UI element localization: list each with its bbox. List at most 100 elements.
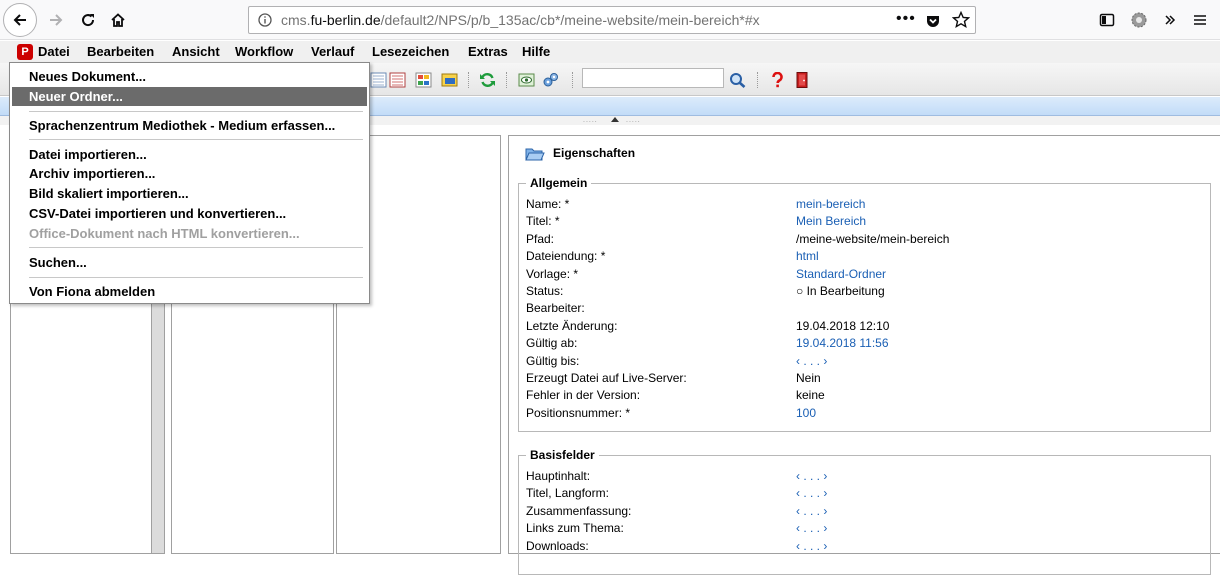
prop-label: Links zum Thema: [526, 521, 624, 536]
info-icon[interactable] [258, 13, 272, 27]
menu-workflow[interactable]: Workflow [235, 44, 293, 59]
dd-neues-dokument[interactable]: Neues Dokument... [12, 67, 367, 86]
dd-separator [29, 247, 363, 248]
url-path: /default2/NPS/p/b_135ac/cb*/meine-websit… [380, 12, 760, 28]
prop-value[interactable]: ‹ . . . › [796, 539, 827, 553]
prop-label: Titel, Langform: [526, 486, 609, 501]
back-button[interactable] [3, 3, 37, 37]
prop-label: Fehler in der Version: [526, 388, 641, 403]
arrow-left-icon [13, 14, 26, 26]
prop-value[interactable]: ‹ . . . › [796, 486, 827, 500]
dd-mediothek-erfassen[interactable]: Sprachenzentrum Mediothek - Medium erfas… [12, 116, 367, 135]
notes-icon[interactable] [441, 72, 458, 88]
prop-value[interactable]: ‹ . . . › [796, 469, 827, 483]
collapse-arrow-icon[interactable] [611, 117, 619, 122]
menu-button[interactable] [1186, 6, 1214, 34]
properties-title: Eigenschaften [553, 146, 636, 160]
datei-dropdown-menu: Neues Dokument... Neuer Ordner... Sprach… [9, 62, 370, 304]
page-actions-button[interactable]: ••• [896, 10, 916, 28]
toolbar-separator [757, 72, 758, 88]
prop-value[interactable]: ‹ . . . › [796, 504, 827, 518]
pocket-icon[interactable] [925, 13, 941, 29]
dd-suchen[interactable]: Suchen... [12, 253, 367, 272]
sidebar-icon [1099, 13, 1115, 27]
prop-value[interactable]: 19.04.2018 11:56 [796, 336, 889, 350]
menu-verlauf[interactable]: Verlauf [311, 44, 354, 59]
menu-ansicht[interactable]: Ansicht [172, 44, 220, 59]
dd-datei-importieren[interactable]: Datei importieren... [12, 145, 367, 164]
dd-separator [29, 139, 363, 140]
prop-label: Downloads: [526, 538, 589, 553]
overflow-button[interactable] [1156, 6, 1184, 34]
view-tree-icon[interactable] [370, 72, 387, 88]
prop-value[interactable]: ‹ . . . › [796, 521, 827, 535]
url-text[interactable]: cms.fu-berlin.de/default2/NPS/p/b_135ac/… [281, 12, 760, 28]
legend-allgemein: Allgemein [526, 176, 592, 190]
refresh-icon[interactable] [479, 72, 496, 88]
prop-value: ○ In Bearbeitung [796, 284, 885, 298]
prop-value: /meine-website/mein-bereich [796, 231, 950, 246]
dd-archiv-importieren[interactable]: Archiv importieren... [12, 164, 367, 183]
prop-value[interactable]: 100 [796, 406, 816, 420]
prop-label: Positionsnummer: * [526, 405, 631, 420]
dd-separator [29, 277, 363, 278]
prop-label: Letzte Änderung: [526, 318, 618, 333]
logout-door-icon[interactable] [794, 72, 811, 88]
toolbar-search-input[interactable] [582, 68, 724, 88]
help-question-icon[interactable] [769, 72, 786, 88]
url-bar[interactable]: cms.fu-berlin.de/default2/NPS/p/b_135ac/… [248, 6, 976, 34]
grip-left: ..... [583, 117, 598, 124]
prop-value[interactable]: mein-bereich [796, 197, 865, 211]
prop-label: Gültig ab: [526, 336, 578, 351]
fiona-logo: P [17, 44, 33, 60]
prop-label: Hauptinhalt: [526, 469, 591, 483]
prop-value[interactable]: html [796, 249, 819, 263]
extension-button[interactable] [1125, 6, 1153, 34]
prop-value[interactable]: Standard-Ordner [796, 267, 886, 281]
forward-button[interactable] [42, 6, 70, 34]
chevron-double-right-icon [1165, 15, 1176, 25]
grip-right: ..... [626, 117, 641, 124]
extension-gear-icon [1131, 12, 1147, 28]
prop-label: Gültig bis: [526, 353, 580, 368]
preview-eye-icon[interactable] [518, 72, 535, 88]
menu-hilfe[interactable]: Hilfe [522, 44, 550, 59]
prop-label: Zusammenfassung: [526, 503, 632, 518]
prop-label: Bearbeiter: [526, 301, 585, 316]
prop-label: Name: * [526, 197, 570, 211]
dd-abmelden[interactable]: Von Fiona abmelden [12, 282, 367, 301]
prop-value[interactable]: Mein Bereich [796, 214, 866, 228]
bookmark-star-icon[interactable] [952, 11, 970, 29]
prop-value: 19.04.2018 12:10 [796, 318, 890, 333]
menu-datei[interactable]: Datei [38, 44, 70, 59]
reload-icon [82, 14, 95, 27]
view-list-icon[interactable] [389, 72, 406, 88]
prop-label: Status: [526, 284, 564, 298]
dd-csv-importieren[interactable]: CSV-Datei importieren und konvertieren..… [12, 204, 367, 223]
prop-value[interactable]: ‹ . . . › [796, 354, 827, 368]
prop-value: Nein [796, 371, 821, 385]
toolbar-separator [468, 72, 469, 88]
sidebar-button[interactable] [1093, 6, 1121, 34]
url-host: fu-berlin.de [310, 12, 381, 28]
prop-label: Pfad: [526, 231, 555, 246]
search-icon[interactable] [729, 72, 746, 88]
prop-label: Vorlage: * [526, 266, 579, 281]
menu-bearbeiten[interactable]: Bearbeiten [87, 44, 154, 59]
menu-extras[interactable]: Extras [468, 44, 508, 59]
dd-office-konvertieren: Office-Dokument nach HTML konvertieren..… [29, 226, 300, 241]
home-icon [111, 13, 125, 27]
toolbar-separator [572, 72, 573, 88]
dd-separator [29, 111, 363, 112]
workflow-gears-icon[interactable] [542, 72, 559, 88]
menu-lesezeichen[interactable]: Lesezeichen [372, 44, 449, 59]
view-tiles-icon[interactable] [415, 72, 432, 88]
toolbar-separator [506, 72, 507, 88]
home-button[interactable] [104, 6, 132, 34]
prop-label: Dateiendung: * [526, 249, 606, 264]
browser-nav-bar: cms.fu-berlin.de/default2/NPS/p/b_135ac/… [0, 0, 1220, 40]
dd-neuer-ordner[interactable]: Neuer Ordner... [12, 87, 367, 106]
reload-button[interactable] [74, 6, 102, 34]
prop-label: Erzeugt Datei auf Live-Server: [526, 371, 687, 385]
dd-bild-importieren[interactable]: Bild skaliert importieren... [12, 184, 367, 203]
